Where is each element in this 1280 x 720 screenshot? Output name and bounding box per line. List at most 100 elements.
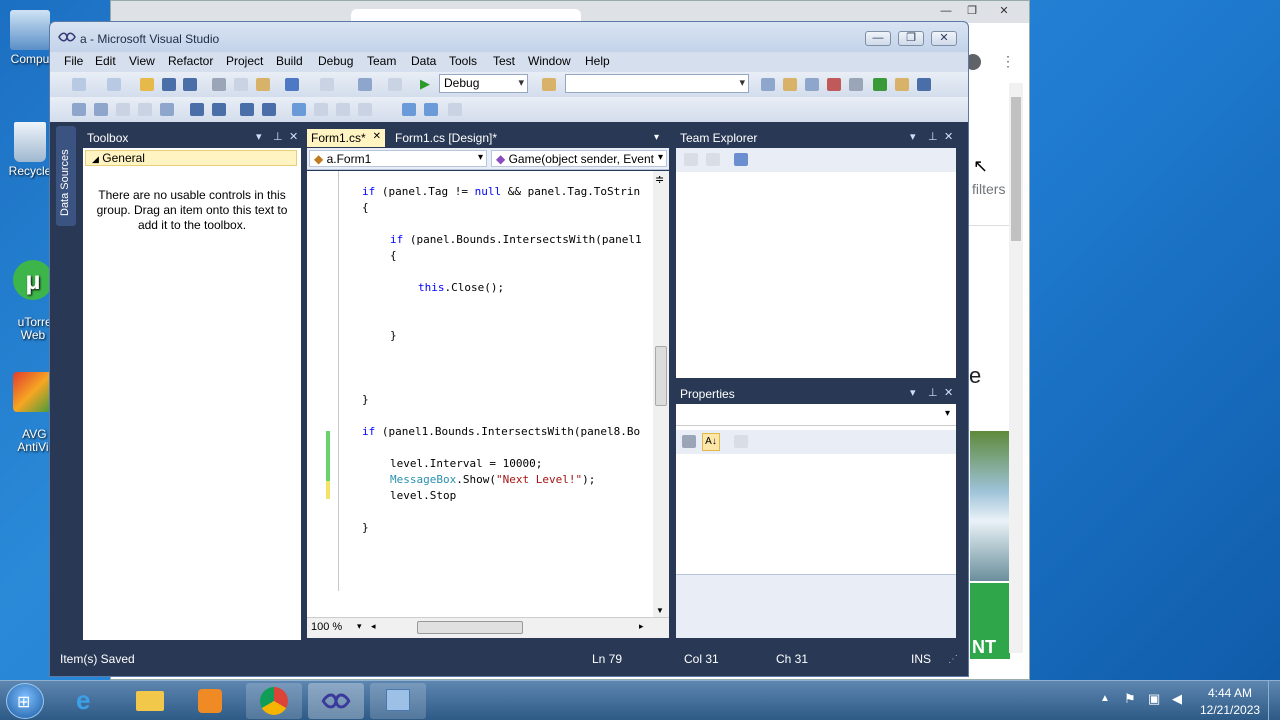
next-bookmark-folder-icon[interactable] xyxy=(402,103,416,116)
taskbar-chrome[interactable] xyxy=(246,683,302,719)
scrollbar-thumb[interactable] xyxy=(655,346,667,406)
menu-test[interactable]: Test xyxy=(493,54,515,68)
taskbar-visual-studio[interactable] xyxy=(308,683,364,719)
menu-refactor[interactable]: Refactor xyxy=(168,54,213,68)
close-icon[interactable]: ✕ xyxy=(289,130,298,143)
code-line[interactable]: MessageBox.Show("Next Level!"); xyxy=(390,473,595,487)
close-icon[interactable]: ✕ xyxy=(944,386,953,399)
pin-icon[interactable]: ⊥ xyxy=(273,130,283,143)
next-bookmark-icon[interactable] xyxy=(336,103,350,116)
clock-time[interactable]: 4:44 AM xyxy=(1208,686,1252,700)
code-line[interactable]: level.Stop xyxy=(390,489,456,503)
data-sources-side-tab[interactable]: Data Sources xyxy=(56,126,76,226)
horizontal-scrollbar-thumb[interactable] xyxy=(417,621,523,634)
taskbar-control-panel[interactable] xyxy=(370,683,426,719)
redo-icon[interactable] xyxy=(320,78,334,91)
zoom-level[interactable]: 100 % xyxy=(311,621,342,633)
solution-explorer-icon[interactable] xyxy=(761,78,775,91)
find-in-files-icon[interactable] xyxy=(542,78,556,91)
save-all-icon[interactable] xyxy=(183,78,197,91)
increase-indent-icon[interactable] xyxy=(212,103,226,116)
object-selector-dropdown[interactable]: ▾ xyxy=(676,404,956,426)
code-line[interactable]: { xyxy=(362,201,369,215)
align-grid-icon[interactable] xyxy=(94,103,108,116)
code-line[interactable]: { xyxy=(390,249,397,263)
copy-icon[interactable] xyxy=(234,78,248,91)
prev-bookmark-folder-icon[interactable] xyxy=(358,103,372,116)
show-hidden-icons[interactable]: ▲ xyxy=(1100,693,1110,704)
properties-window-icon[interactable] xyxy=(783,78,797,91)
minimize-icon[interactable]: — xyxy=(935,3,957,19)
menu-window[interactable]: Window xyxy=(528,54,571,68)
font-size-icon[interactable] xyxy=(138,103,152,116)
paste-icon[interactable] xyxy=(256,78,270,91)
code-line[interactable]: } xyxy=(362,393,369,407)
close-icon[interactable]: ✕ xyxy=(993,3,1015,19)
close-icon[interactable]: ✕ xyxy=(944,130,953,143)
command-window-icon[interactable] xyxy=(917,78,931,91)
code-line[interactable]: } xyxy=(362,521,369,535)
list-members-icon[interactable] xyxy=(160,103,174,116)
chrome-scrollbar[interactable] xyxy=(1009,83,1023,653)
code-line[interactable]: level.Interval = 10000; xyxy=(390,457,542,471)
menu-help[interactable]: Help xyxy=(585,54,610,68)
chrome-menu-icon[interactable]: ⋮ xyxy=(1001,53,1015,70)
close-button[interactable]: ✕ xyxy=(931,31,957,46)
code-line[interactable]: this.Close(); xyxy=(418,281,504,295)
clock-date[interactable]: 12/21/2023 xyxy=(1200,703,1260,717)
categorized-icon[interactable] xyxy=(682,435,696,448)
undo-icon[interactable] xyxy=(285,78,299,91)
vertical-scrollbar[interactable]: ≑ ▼ xyxy=(653,171,669,617)
find-combo[interactable] xyxy=(565,74,749,93)
menu-team[interactable]: Team xyxy=(367,54,396,68)
refresh-icon[interactable] xyxy=(684,153,698,166)
minimize-button[interactable]: — xyxy=(865,31,891,46)
scrollbar-thumb[interactable] xyxy=(1011,97,1021,241)
dropdown-icon[interactable]: ▾ xyxy=(910,130,916,143)
prev-bookmark-icon[interactable] xyxy=(314,103,328,116)
scroll-down-icon[interactable]: ▼ xyxy=(656,606,664,615)
navigate-forward-icon[interactable] xyxy=(388,78,402,91)
desktop-icon-recycle-bin[interactable]: Recycle xyxy=(5,122,55,178)
code-line[interactable]: if (panel.Bounds.IntersectsWith(panel1 xyxy=(390,233,642,247)
show-desktop-button[interactable] xyxy=(1268,681,1280,720)
desktop-icon-computer[interactable]: Compu xyxy=(5,10,55,66)
object-browser-icon[interactable] xyxy=(805,78,819,91)
taskbar-media-player[interactable] xyxy=(182,683,238,719)
bookmark-icon[interactable] xyxy=(292,103,306,116)
align-icon[interactable] xyxy=(72,103,86,116)
menu-debug[interactable]: Debug xyxy=(318,54,353,68)
comment-icon[interactable] xyxy=(240,103,254,116)
navigate-backward-icon[interactable] xyxy=(358,78,372,91)
taskbar-internet-explorer[interactable]: e xyxy=(62,683,118,719)
menu-build[interactable]: Build xyxy=(276,54,303,68)
disabled-search-icon[interactable] xyxy=(448,103,462,116)
tab-dropdown-icon[interactable]: ▾ xyxy=(654,132,659,143)
action-center-icon[interactable]: ⚑ xyxy=(1124,691,1136,707)
cut-icon[interactable] xyxy=(212,78,226,91)
menu-file[interactable]: File xyxy=(64,54,83,68)
class-dropdown[interactable]: ◆ a.Form1 ▾ xyxy=(309,150,487,167)
zoom-dropdown-icon[interactable]: ▾ xyxy=(357,621,362,632)
green-banner[interactable]: NT xyxy=(970,583,1010,659)
save-icon[interactable] xyxy=(162,78,176,91)
taskbar-file-explorer[interactable] xyxy=(122,683,178,719)
stop-icon[interactable] xyxy=(706,153,720,166)
filters-link[interactable]: filters xyxy=(972,181,1005,197)
connect-team-project-icon[interactable] xyxy=(734,153,748,166)
resize-grip-icon[interactable]: ⋰ xyxy=(948,654,958,665)
tab-form1-cs[interactable]: Form1.cs* ✕ xyxy=(307,129,385,147)
pin-icon[interactable]: ⊥ xyxy=(928,386,938,399)
code-line[interactable]: if (panel1.Bounds.IntersectsWith(panel8.… xyxy=(362,425,640,439)
maximize-button[interactable]: ❐ xyxy=(898,31,924,46)
menu-tools[interactable]: Tools xyxy=(449,54,477,68)
scroll-right-icon[interactable]: ▸ xyxy=(639,621,644,632)
close-tab-icon[interactable]: ✕ xyxy=(373,131,381,142)
menu-edit[interactable]: Edit xyxy=(95,54,116,68)
solution-configuration-dropdown[interactable]: Debug xyxy=(439,74,528,93)
extension-icon[interactable] xyxy=(895,78,909,91)
code-line[interactable]: } xyxy=(390,329,397,343)
clear-bookmarks-icon[interactable] xyxy=(424,103,438,116)
start-debugging-icon[interactable]: ▶ xyxy=(420,76,430,92)
menu-data[interactable]: Data xyxy=(411,54,436,68)
